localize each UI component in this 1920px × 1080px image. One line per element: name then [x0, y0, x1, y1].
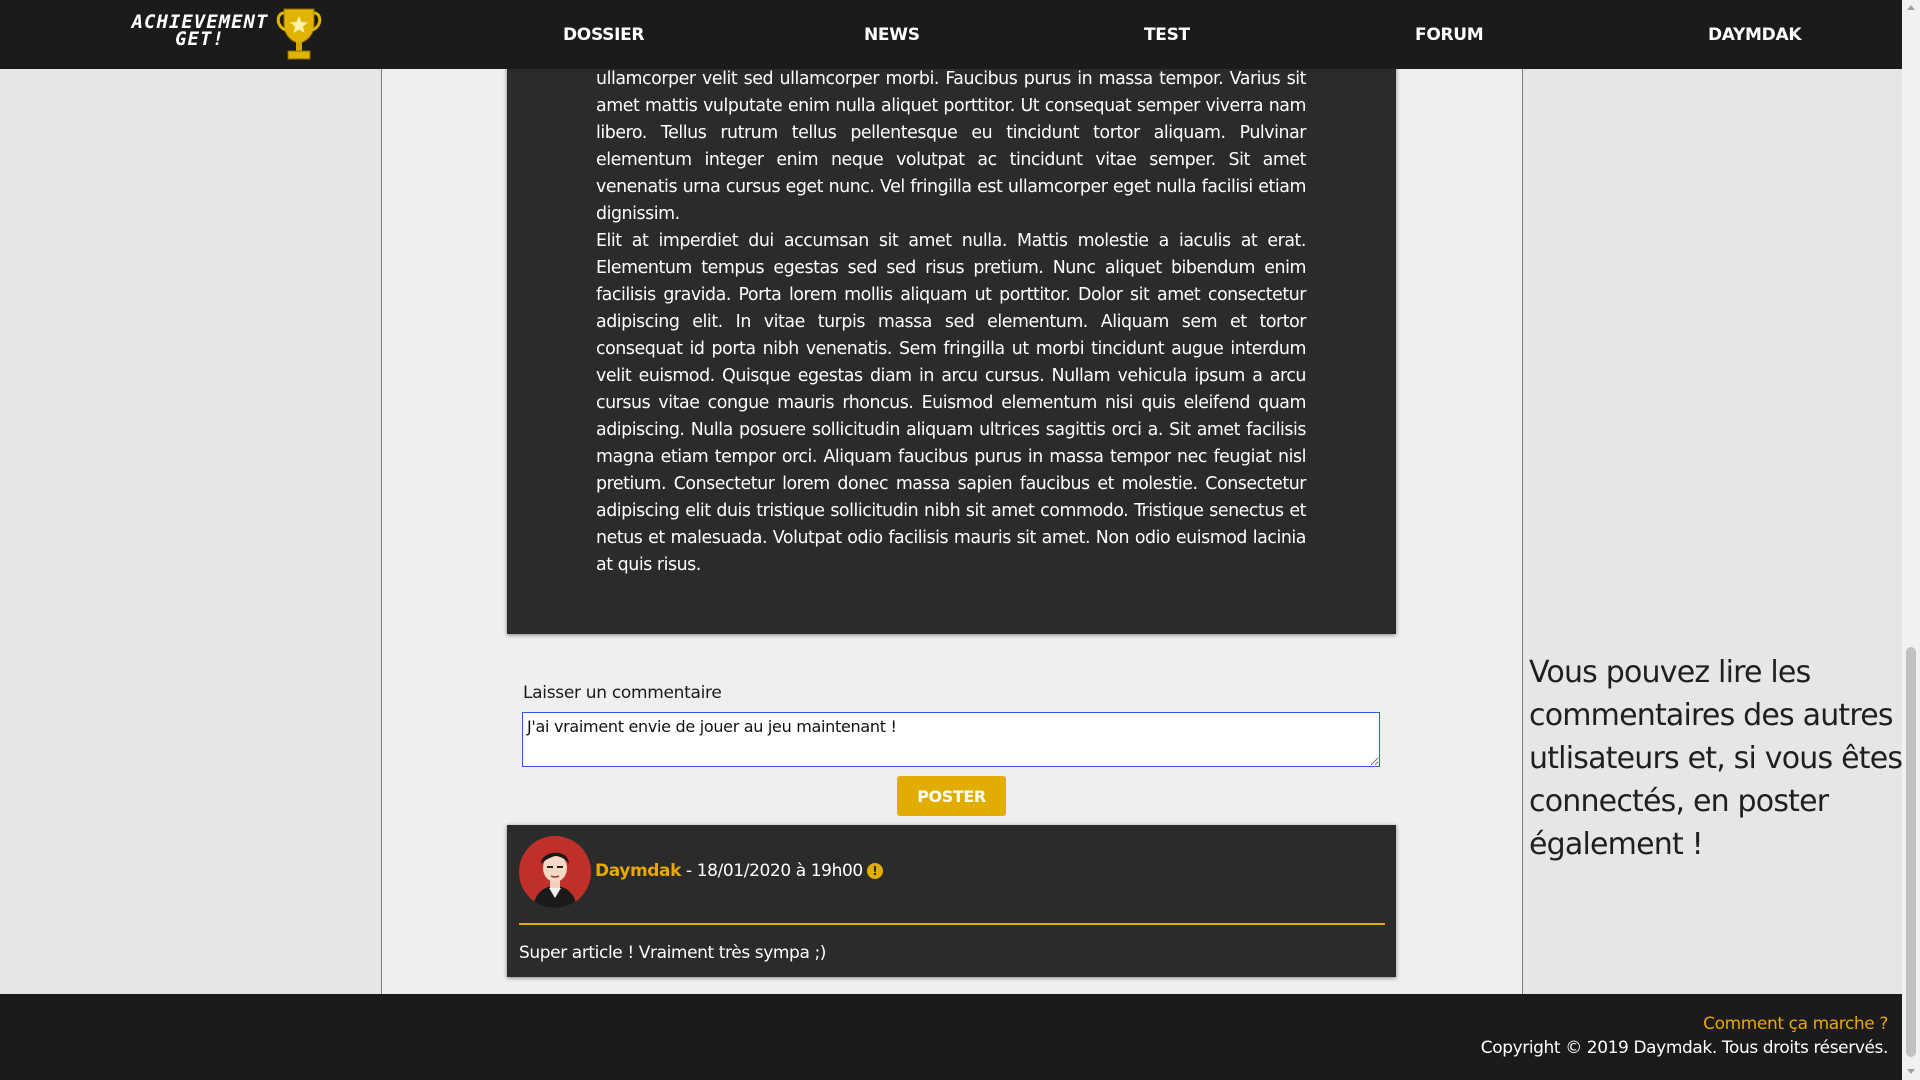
article-card: ullamcorper velit sed ullamcorper morbi.…	[507, 40, 1396, 634]
avatar[interactable]	[519, 836, 591, 908]
warning-icon[interactable]: !	[866, 863, 883, 879]
sidebar-note: Vous pouvez lire les commentaires des au…	[1529, 655, 1903, 862]
comment-text: Super article ! Vraiment très sympa ;)	[519, 943, 827, 963]
nav-item-test[interactable]: TEST	[1144, 25, 1190, 45]
top-navigation-bar: ACHIEVEMENT GET! DOSSIER NEWS TEST FORUM…	[0, 0, 1902, 69]
nav-item-dossier[interactable]: DOSSIER	[563, 25, 645, 45]
nav-item-news[interactable]: NEWS	[864, 25, 920, 45]
page-scrollbar[interactable]	[1902, 0, 1920, 1080]
comment-meta: Daymdak - 18/01/2020 à 19h00!	[595, 861, 883, 881]
site-footer: Comment ça marche ? Copyright © 2019 Day…	[0, 994, 1902, 1080]
user-avatar-illustration	[519, 836, 591, 908]
trophy-icon	[276, 8, 322, 60]
article-paragraph: ullamcorper velit sed ullamcorper morbi.…	[596, 69, 1306, 224]
scroll-down-arrow-icon[interactable]	[1907, 1069, 1915, 1074]
logo-text: ACHIEVEMENT GET!	[120, 13, 280, 50]
logo-text-line2: GET!	[175, 28, 225, 50]
post-comment-button[interactable]: POSTER	[897, 776, 1006, 816]
comment-divider	[519, 923, 1385, 925]
scrollbar-thumb[interactable]	[1906, 647, 1916, 1057]
comment-card: Daymdak - 18/01/2020 à 19h00! Super arti…	[507, 825, 1396, 977]
comment-author-link[interactable]: Daymdak	[595, 861, 681, 881]
nav-item-forum[interactable]: FORUM	[1415, 25, 1484, 45]
scroll-up-arrow-icon[interactable]	[1907, 5, 1915, 10]
right-sidebar: Vous pouvez lire les commentaires des au…	[1523, 69, 1903, 994]
nav-item-daymdak[interactable]: DAYMDAK	[1708, 25, 1802, 45]
comment-date: - 18/01/2020 à 19h00	[681, 861, 863, 881]
comment-textarea[interactable]	[522, 712, 1380, 767]
article-paragraph: Elit at imperdiet dui accumsan sit amet …	[596, 231, 1306, 575]
left-sidebar	[0, 69, 381, 994]
article-body: ullamcorper velit sed ullamcorper morbi.…	[596, 66, 1306, 579]
copyright-text: Copyright © 2019 Daymdak. Tous droits ré…	[1480, 1038, 1889, 1058]
comment-label: Laisser un commentaire	[523, 683, 722, 703]
site-logo[interactable]: ACHIEVEMENT GET!	[120, 4, 330, 66]
how-it-works-link[interactable]: Comment ça marche ?	[1703, 1014, 1888, 1034]
